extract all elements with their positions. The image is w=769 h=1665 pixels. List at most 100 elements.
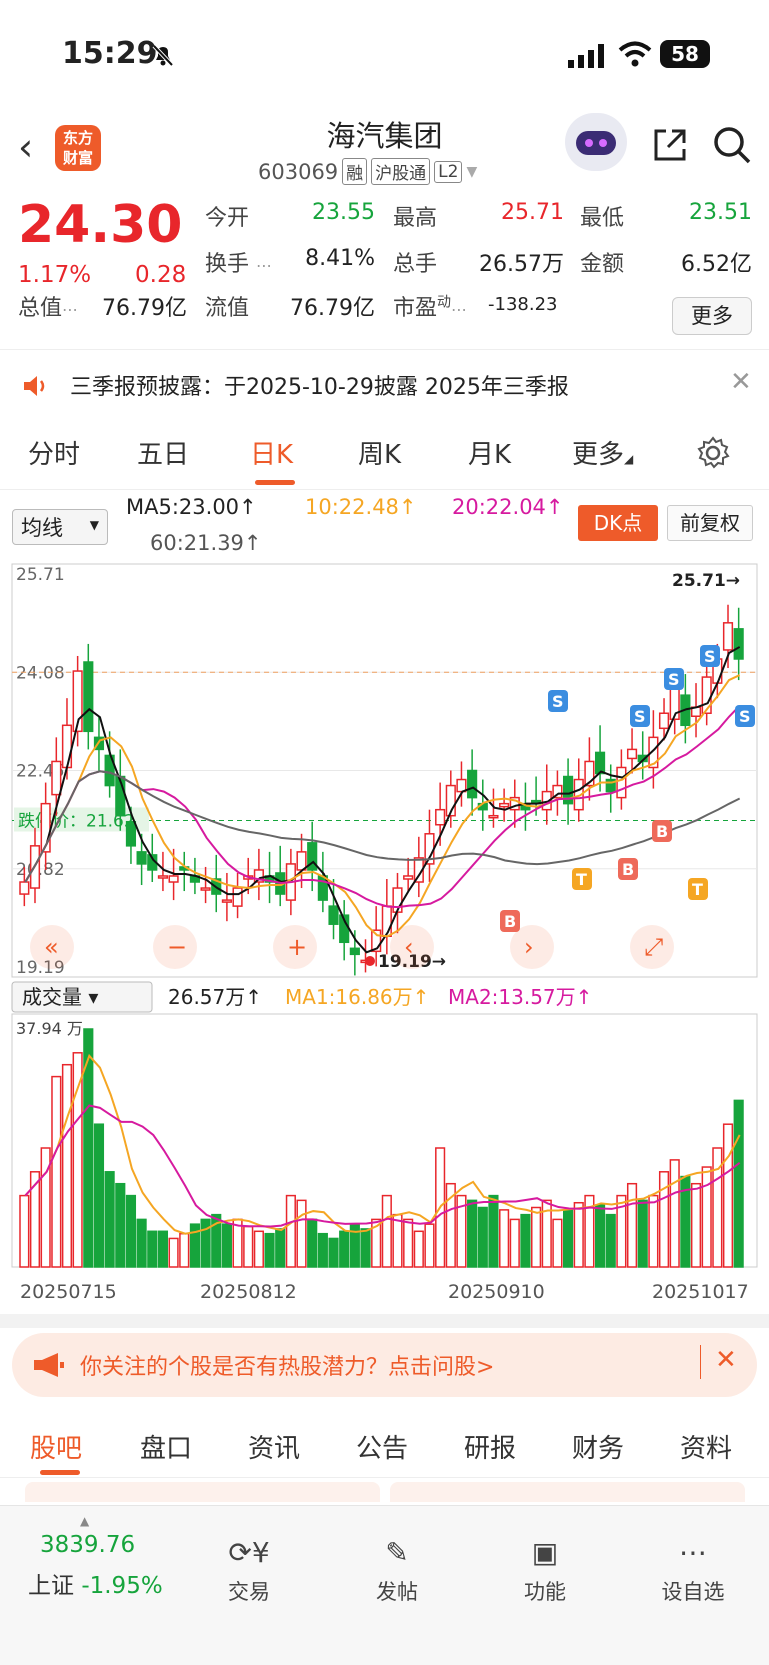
tab-intraday[interactable]: 分时: [28, 434, 80, 471]
pe-label: 市盈动⋯: [393, 294, 468, 321]
kline-chart[interactable]: 25.7124.0822.4520.8219.19跌停价：21.6225.71→…: [0, 562, 769, 1332]
turnover-value: 8.41%: [305, 246, 375, 271]
info-icon[interactable]: ⋯: [256, 256, 272, 275]
gear-icon[interactable]: [696, 436, 730, 470]
volume-ma2: MA2:13.57万↑: [448, 985, 592, 1009]
index-change[interactable]: 上证 -1.95%: [28, 1566, 163, 1600]
candle-body: [626, 748, 638, 760]
tab-forum[interactable]: 股吧: [30, 1428, 82, 1465]
volume-current: 26.57万↑: [168, 985, 262, 1009]
volume-bar: [200, 1218, 211, 1268]
volume-bar: [61, 1063, 73, 1268]
info-icon[interactable]: ⋯: [451, 300, 467, 319]
volume-value: 26.57万: [479, 252, 564, 277]
low-marker: [365, 956, 375, 966]
add-watchlist-button[interactable]: ⋯ 设自选: [648, 1536, 738, 1606]
volume-bar: [72, 1052, 83, 1268]
volume-bar: [626, 1182, 638, 1268]
x-tick-label: 20250715: [20, 1281, 117, 1303]
tab-daily-k[interactable]: 日K: [250, 434, 293, 471]
candle-body: [349, 947, 360, 956]
volume-bar: [520, 1213, 531, 1268]
functions-button[interactable]: ▣ 功能: [500, 1536, 590, 1606]
candle-body: [83, 661, 94, 733]
candle-body: [19, 881, 30, 895]
margin-tag: 融: [342, 158, 368, 185]
candle-body: [499, 802, 510, 808]
status-bar: 15:29 58: [0, 0, 769, 100]
connect-tag: 沪股通: [371, 158, 431, 185]
active-tab-underline: [255, 480, 295, 485]
tab-weekly-k[interactable]: 周K: [358, 434, 401, 471]
x-tick-label: 20250910: [448, 1281, 545, 1303]
volume-bar: [328, 1237, 339, 1268]
assistant-robot-icon[interactable]: [565, 113, 627, 171]
chart-control-icon: ‹: [404, 933, 414, 961]
turnover-label: 换手 ⋯: [205, 252, 273, 277]
volume-bar: [669, 1159, 680, 1268]
ma10-value: 10:22.48↑: [305, 495, 417, 519]
tab-monthly-k[interactable]: 月K: [468, 434, 511, 471]
volume-bar: [147, 1230, 158, 1268]
open-label: 今开: [205, 206, 250, 231]
volume-bar: [221, 1223, 232, 1268]
candle-body: [200, 887, 211, 891]
open-value: 23.55: [312, 200, 375, 225]
indicator-select[interactable]: 均线 ▼: [12, 509, 108, 545]
candle-body: [658, 712, 670, 730]
volume-bar: [275, 1228, 286, 1268]
info-icon[interactable]: ⋯: [62, 300, 78, 319]
tab-news[interactable]: 资讯: [248, 1428, 300, 1465]
dk-marker-label: S: [739, 707, 751, 726]
bell-muted-icon: [152, 44, 174, 67]
candle-body: [136, 851, 147, 865]
tab-more[interactable]: 更多◢: [572, 434, 633, 471]
wifi-icon: [618, 41, 652, 67]
stock-code-row[interactable]: 603069 融 沪股通 L2 ▼: [258, 158, 477, 185]
y-tick-label: 25.71: [16, 565, 65, 585]
tab-five-day[interactable]: 五日: [137, 434, 189, 471]
tab-research[interactable]: 研报: [464, 1428, 516, 1465]
chart-control-icon: ›: [524, 933, 534, 961]
volume-bar: [339, 1230, 350, 1268]
tab-orderbook[interactable]: 盘口: [140, 1428, 192, 1465]
volume-bar: [733, 1099, 744, 1268]
ask-stock-banner[interactable]: 你关注的个股是否有热股潜力？点击问股> ✕: [12, 1333, 757, 1397]
battery-icon: 58: [660, 40, 710, 68]
tab-profile[interactable]: 资料: [680, 1428, 732, 1465]
post-card-peek: [390, 1482, 745, 1502]
trade-button[interactable]: ⟳¥ 交易: [204, 1536, 294, 1606]
candle-body: [381, 905, 392, 938]
volume-bar: [509, 1218, 520, 1268]
tab-finance[interactable]: 财务: [572, 1428, 624, 1465]
tab-announcements[interactable]: 公告: [356, 1428, 408, 1465]
index-value[interactable]: 3839.76: [40, 1532, 135, 1558]
candle-body: [157, 875, 169, 879]
close-icon[interactable]: ✕: [715, 1345, 737, 1375]
chart-control-icon: «: [44, 933, 59, 961]
dk-marker-label: S: [552, 692, 564, 711]
caret-down-icon: ▼: [466, 163, 478, 180]
report-notice-bar[interactable]: 三季报预披露：于2025-10-29披露 2025年三季报 ✕: [0, 355, 769, 415]
search-icon[interactable]: [712, 125, 752, 165]
volume-bar: [51, 1075, 62, 1268]
ma60-value: 60:21.39↑: [150, 531, 262, 555]
more-quote-button[interactable]: 更多: [672, 297, 752, 335]
close-icon[interactable]: ✕: [730, 367, 752, 397]
volume-bar: [253, 1230, 264, 1268]
volume-bar: [637, 1199, 648, 1268]
edit-icon: ✎: [385, 1536, 409, 1569]
content-tabs: 股吧 盘口 资讯 公告 研报 财务 资料: [0, 1410, 769, 1478]
candle-body: [403, 875, 414, 880]
y-tick-label: 20.82: [16, 860, 65, 880]
candle-body: [232, 887, 243, 907]
share-icon[interactable]: [650, 125, 690, 165]
candle-body: [701, 676, 712, 714]
volume-select-label: 成交量 ▾: [22, 985, 98, 1009]
stock-code: 603069: [258, 159, 339, 184]
ma20-value: 20:22.04↑: [452, 495, 564, 519]
post-button[interactable]: ✎ 发帖: [352, 1536, 442, 1606]
volume-bar: [93, 1123, 105, 1268]
adjust-button[interactable]: 前复权: [667, 505, 753, 541]
dk-point-button[interactable]: DK点: [578, 505, 658, 541]
